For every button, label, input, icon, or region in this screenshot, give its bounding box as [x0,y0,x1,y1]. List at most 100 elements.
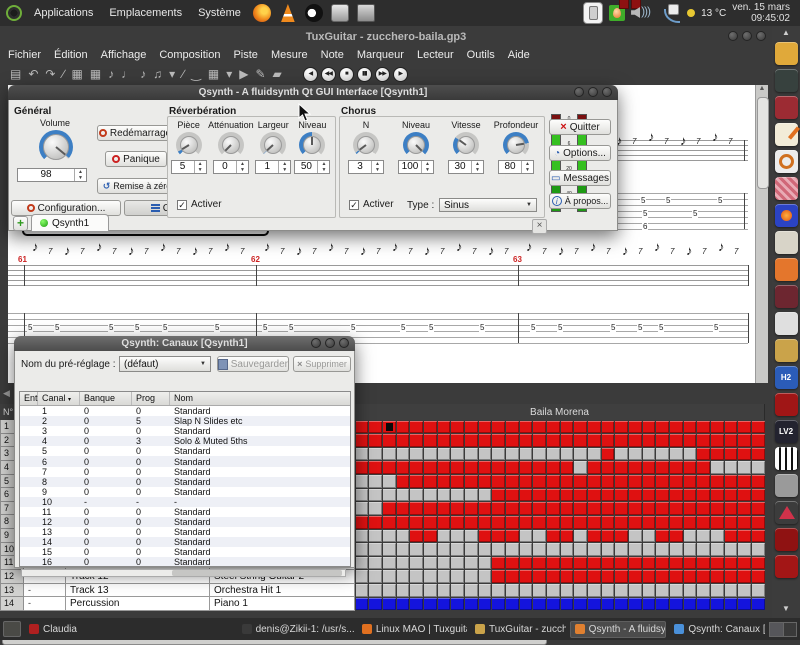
lv2-icon[interactable]: LV2 [775,420,798,443]
measure-cell[interactable] [356,530,369,543]
menu-mesure[interactable]: Mesure [271,49,308,61]
measure-cell[interactable] [369,516,382,529]
measure-cell[interactable] [561,557,574,570]
measure-cell[interactable] [684,557,697,570]
matrix-icon[interactable]: ▦ [208,67,219,81]
minimize-icon[interactable] [311,338,321,348]
channel-row-15[interactable]: 1500Standard [20,547,350,557]
measure-cell[interactable] [752,598,765,611]
measure-cell[interactable] [383,421,396,434]
measure-cell[interactable] [643,448,656,461]
measure-cell[interactable] [451,502,464,515]
measure-cell[interactable] [520,570,533,583]
measure-cell[interactable] [711,448,724,461]
measure-cell[interactable] [465,516,478,529]
measure-cell[interactable] [615,421,628,434]
measure-cell[interactable] [629,448,642,461]
taskbar-item-3[interactable]: TuxGuitar - zucchero-... [471,621,566,638]
measure-cell[interactable] [492,448,505,461]
measure-cell[interactable] [643,543,656,556]
measure-cell[interactable] [697,570,710,583]
menu-outils[interactable]: Outils [467,49,495,61]
measure-cell[interactable] [356,584,369,597]
maximize-icon[interactable] [325,338,335,348]
measure-cell[interactable] [711,543,724,556]
measure-cell[interactable] [492,502,505,515]
measure-cell[interactable] [738,530,751,543]
measure-cell[interactable] [561,543,574,556]
measure-cell[interactable] [588,489,601,502]
measure-cell[interactable] [561,516,574,529]
measure-cell[interactable] [506,489,519,502]
measure-cell[interactable] [670,434,683,447]
measure-cell[interactable] [506,516,519,529]
track-instrument-cell[interactable]: Orchestra Hit 1 [210,584,355,598]
measure-cell[interactable] [602,502,615,515]
measure-cell[interactable] [451,516,464,529]
measure-cell[interactable] [369,502,382,515]
track-instrument-cell[interactable]: Piano 1 [210,597,355,611]
measure-cell[interactable] [656,530,669,543]
measure-cell[interactable] [547,530,560,543]
measure-cell[interactable] [424,516,437,529]
measure-cell[interactable] [533,434,546,447]
measure-cell[interactable] [492,530,505,543]
measure-cell[interactable] [424,584,437,597]
measure-cell[interactable] [643,516,656,529]
reverb-atténuation-spinbox[interactable]: 0▲▼ [213,160,249,174]
measure-cell[interactable] [547,543,560,556]
measure-cell[interactable] [588,421,601,434]
measure-cell[interactable] [752,543,765,556]
measure-cell[interactable] [615,570,628,583]
measure-cell[interactable] [369,434,382,447]
measure-cell[interactable] [506,434,519,447]
measure-cell[interactable] [738,516,751,529]
measure-cell[interactable] [506,530,519,543]
measure-cell[interactable] [520,434,533,447]
measure-cell[interactable] [588,461,601,474]
qsynth-titlebar[interactable]: Qsynth - A fluidsynth Qt GUI Interface [… [8,85,618,100]
measure-cell[interactable] [738,557,751,570]
measure-cell[interactable] [547,448,560,461]
measure-cell[interactable] [383,516,396,529]
measure-cell[interactable] [602,530,615,543]
measure-cell[interactable] [356,489,369,502]
measure-cell[interactable] [383,530,396,543]
pattern-icon[interactable] [775,177,798,200]
measure-cell[interactable] [725,434,738,447]
measure-cell[interactable] [492,598,505,611]
measure-cell[interactable] [533,516,546,529]
measure-cell[interactable] [506,584,519,597]
chorus-niveau-spinbox[interactable]: 100▲▼ [398,160,434,174]
measure-cell[interactable] [451,598,464,611]
measure-cell[interactable] [479,502,492,515]
measure-cell[interactable] [492,557,505,570]
menu-affichage[interactable]: Affichage [101,49,147,61]
measure-cell[interactable] [588,502,601,515]
chorus-vitesse-spinbox[interactable]: 30▲▼ [448,160,484,174]
measure-cell[interactable] [574,502,587,515]
channel-row-16[interactable]: 1600Standard [20,557,350,567]
measure-cell[interactable] [383,543,396,556]
measure-cell[interactable] [479,598,492,611]
measure-cell[interactable] [520,557,533,570]
measure-cell[interactable] [656,570,669,583]
taskbar-item-5[interactable]: Qsynth: Canaux [Qsy... [670,621,765,638]
measure-cell[interactable] [602,448,615,461]
measure-cell[interactable] [697,530,710,543]
measure-cell[interactable] [424,434,437,447]
measure-cell[interactable] [533,475,546,488]
measure-cell[interactable] [547,489,560,502]
measure-cell[interactable] [752,448,765,461]
measure-cell[interactable] [670,584,683,597]
measure-cell[interactable] [479,557,492,570]
measure-cell[interactable] [670,598,683,611]
beer-icon[interactable] [775,42,798,65]
firefox-launcher-icon[interactable] [253,4,271,22]
taskbar-item-4[interactable]: Qsynth - A fluidsynth ... [570,621,667,638]
measure-cell[interactable] [465,598,478,611]
measure-cell[interactable] [711,489,724,502]
measure-cell[interactable] [697,489,710,502]
channel-row-3[interactable]: 300Standard [20,426,350,436]
measure-cell[interactable] [752,557,765,570]
